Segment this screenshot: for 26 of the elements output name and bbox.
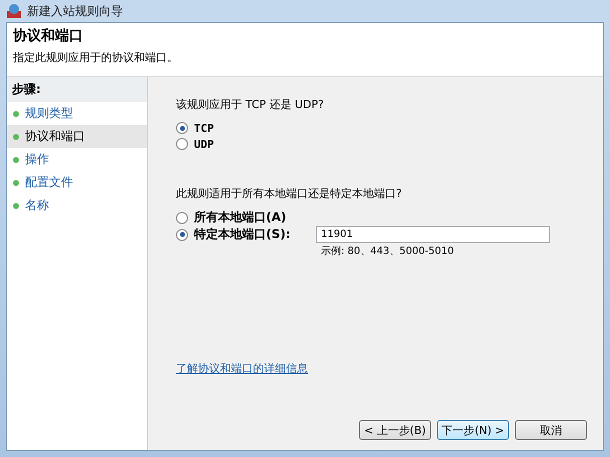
cancel-button[interactable]: 取消 (515, 420, 587, 440)
radio-label: 特定本地端口(S): (194, 226, 290, 243)
radio-button[interactable] (176, 228, 188, 240)
radio-button[interactable] (176, 212, 188, 224)
ports-question: 此规则适用于所有本地端口还是特定本地端口? (176, 186, 403, 201)
radio-label: 所有本地端口(A) (194, 209, 286, 226)
protocol-question: 该规则应用于 TCP 还是 UDP? (176, 97, 325, 112)
steps-heading: 步骤: (7, 77, 147, 102)
example-hint: 示例: 80、443、5000-5010 (321, 245, 455, 258)
firewall-icon (6, 3, 22, 19)
radio-button[interactable] (176, 122, 188, 134)
back-button[interactable]: < 上一步(B) (359, 420, 431, 440)
radio-label: TCP (194, 122, 214, 134)
next-button[interactable]: 下一步(N) > (437, 420, 509, 440)
page-subtitle: 指定此规则应用于的协议和端口。 (13, 50, 179, 65)
radio-button[interactable] (176, 138, 188, 150)
step-item[interactable]: 配置文件 (7, 171, 147, 194)
step-item[interactable]: 名称 (7, 194, 147, 217)
port-input-field[interactable]: 11901 (316, 226, 550, 243)
step-item[interactable]: 规则类型 (7, 102, 147, 125)
step-item[interactable]: 协议和端口 (7, 125, 147, 148)
radio-label: UDP (194, 138, 214, 150)
window-title: 新建入站规则向导 (27, 2, 123, 20)
page-title: 协议和端口 (13, 27, 84, 45)
help-link[interactable]: 了解协议和端口的详细信息 (176, 361, 308, 376)
step-item[interactable]: 操作 (7, 148, 147, 171)
